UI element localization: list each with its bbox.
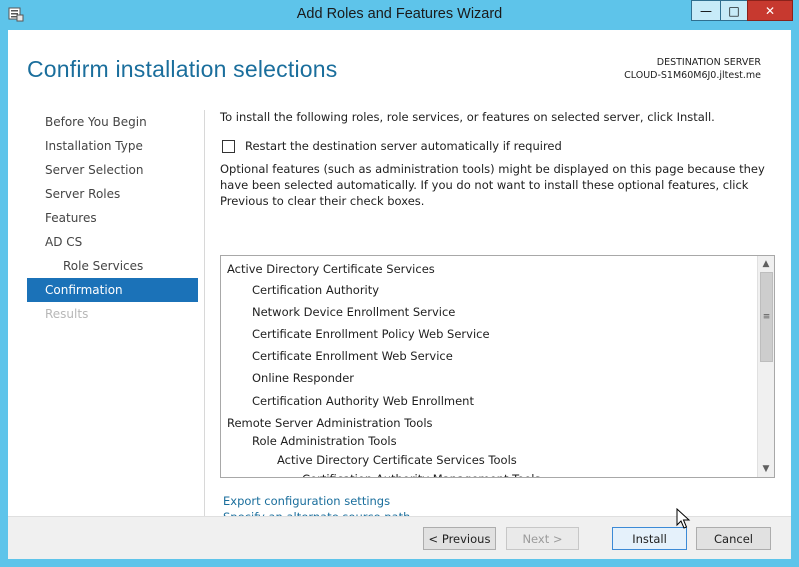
- selection-item: Online Responder: [252, 371, 355, 385]
- wizard-client-area: Confirm installation selections DESTINAT…: [8, 30, 791, 559]
- nav-divider: [204, 110, 205, 517]
- cancel-button[interactable]: Cancel: [696, 527, 771, 550]
- selection-item: Active Directory Certificate Services: [227, 262, 435, 276]
- restart-option[interactable]: Restart the destination server automatic…: [222, 139, 562, 153]
- nav-item-ad-cs[interactable]: AD CS: [27, 230, 198, 254]
- page-title: Confirm installation selections: [27, 56, 338, 82]
- selection-item: Certification Authority: [252, 283, 380, 297]
- minimize-icon: —: [700, 3, 712, 18]
- selection-item: Network Device Enrollment Service: [252, 305, 456, 319]
- selections-list[interactable]: Active Directory Certificate Services Cer…: [220, 255, 775, 478]
- minimize-button[interactable]: —: [691, 0, 721, 21]
- maximize-icon: □: [728, 3, 740, 18]
- selection-item: Certification Authority Management Tools: [227, 470, 747, 477]
- next-button[interactable]: Next >: [506, 527, 579, 550]
- destination-server-name: CLOUD-S1M60M6J0.jltest.me: [624, 70, 761, 81]
- nav-item-server-roles[interactable]: Server Roles: [27, 182, 198, 206]
- nav-item-installation-type[interactable]: Installation Type: [27, 134, 198, 158]
- window-title: Add Roles and Features Wizard: [296, 6, 503, 22]
- scroll-down-icon[interactable]: ▼: [758, 461, 774, 477]
- destination-server-block: DESTINATION SERVER CLOUD-S1M60M6J0.jltes…: [624, 56, 761, 82]
- nav-item-results: Results: [45, 307, 89, 321]
- maximize-button[interactable]: □: [720, 0, 748, 21]
- nav-item-server-selection[interactable]: Server Selection: [27, 158, 198, 182]
- selection-item: Remote Server Administration Tools: [227, 416, 433, 430]
- scroll-thumb[interactable]: ≡: [760, 272, 773, 362]
- previous-button[interactable]: < Previous: [423, 527, 496, 550]
- close-icon: ✕: [764, 3, 776, 18]
- export-configuration-link[interactable]: Export configuration settings: [223, 494, 390, 508]
- selections-scrollbar[interactable]: ▲ ≡ ▼: [757, 256, 774, 477]
- restart-checkbox[interactable]: [222, 139, 235, 153]
- wizard-nav: Before You Begin Installation Type Serve…: [27, 110, 198, 326]
- wizard-button-bar: < Previous Next > Install Cancel: [8, 516, 791, 559]
- selection-item: Active Directory Certificate Services To…: [277, 453, 517, 467]
- nav-item-before-you-begin[interactable]: Before You Begin: [27, 110, 198, 134]
- selection-item: Role Administration Tools: [252, 434, 397, 448]
- mouse-cursor-icon: [676, 508, 691, 529]
- selection-item: Certification Authority Web Enrollment: [252, 394, 474, 408]
- nav-item-features[interactable]: Features: [27, 206, 198, 230]
- scroll-up-icon[interactable]: ▲: [758, 256, 774, 272]
- selections-list-items: Active Directory Certificate Services Cer…: [227, 260, 747, 477]
- install-button[interactable]: Install: [612, 527, 687, 550]
- intro-text: To install the following roles, role ser…: [220, 110, 715, 124]
- nav-item-role-services[interactable]: Role Services: [27, 254, 198, 278]
- restart-checkbox-label[interactable]: Restart the destination server automatic…: [245, 139, 562, 153]
- title-bar: Add Roles and Features Wizard — □ ✕: [0, 0, 799, 30]
- selection-item: Certificate Enrollment Policy Web Servic…: [252, 327, 490, 341]
- optional-features-note: Optional features (such as administratio…: [220, 162, 765, 208]
- close-button[interactable]: ✕: [747, 0, 793, 21]
- destination-server-label: DESTINATION SERVER: [656, 57, 761, 68]
- nav-item-confirmation[interactable]: Confirmation: [27, 278, 198, 302]
- selection-item: Certificate Enrollment Web Service: [252, 349, 453, 363]
